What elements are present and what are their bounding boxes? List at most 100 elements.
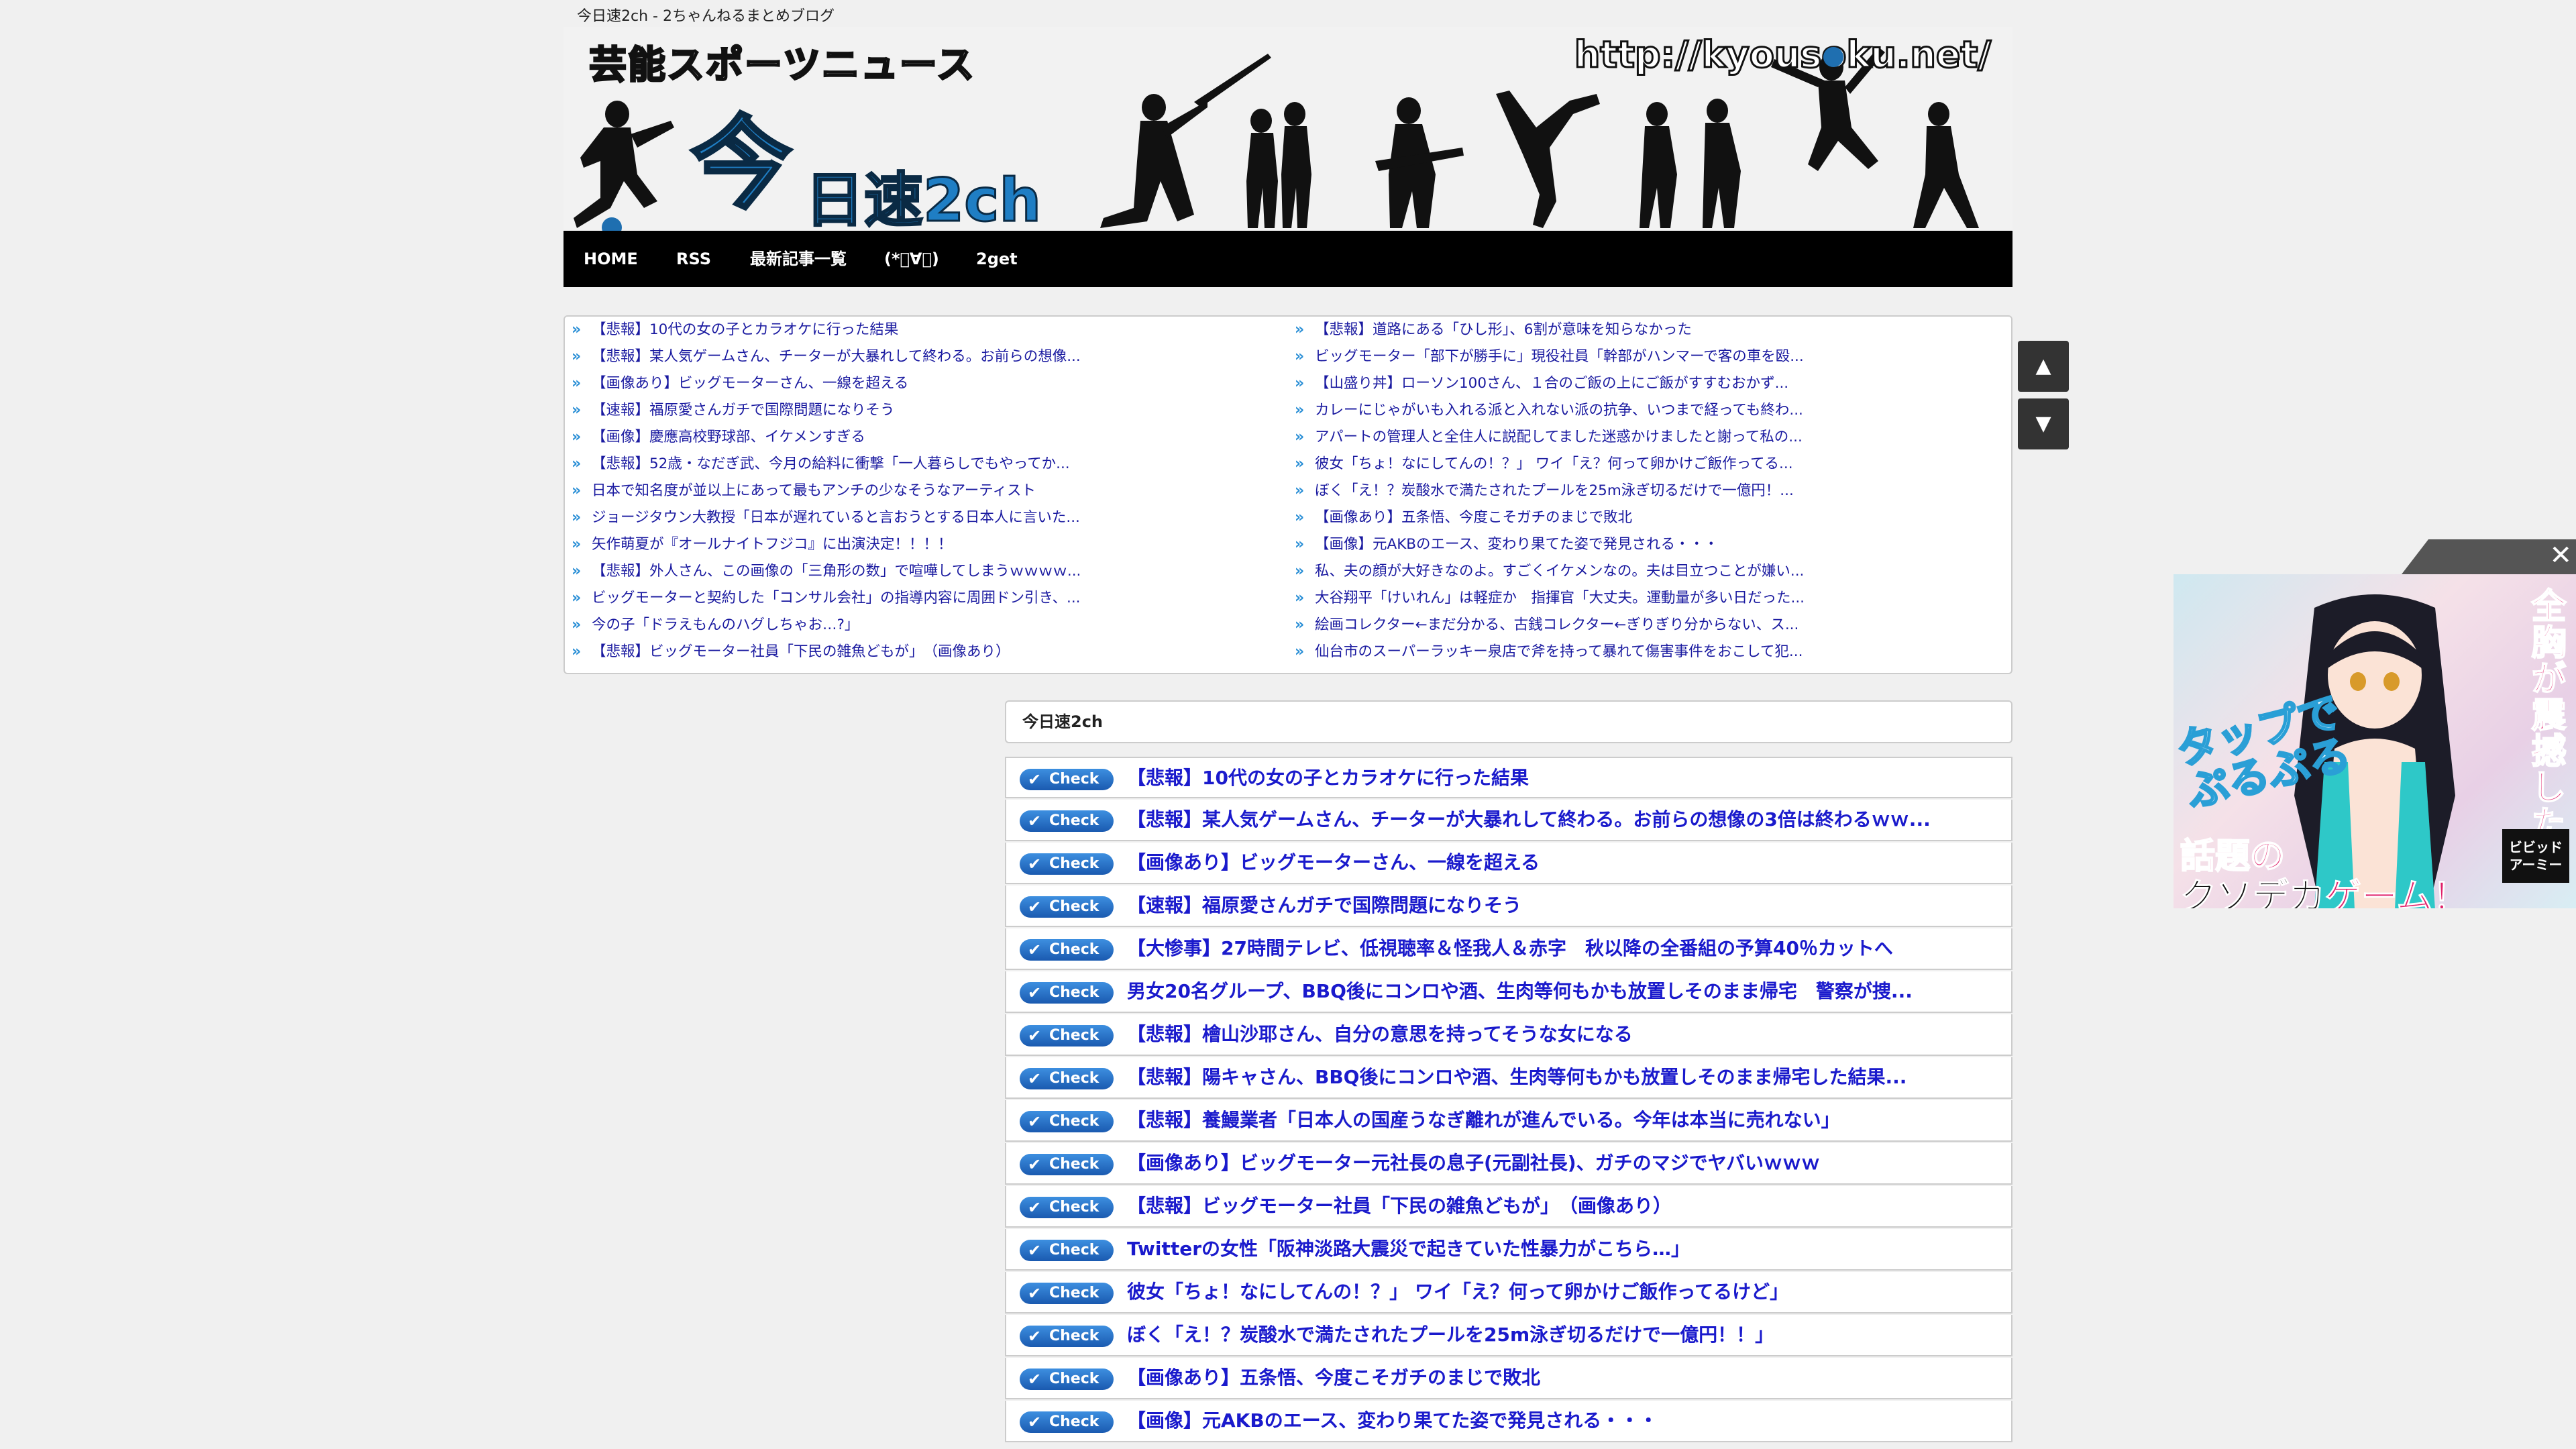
double-chevron-right-icon: » <box>1295 482 1305 499</box>
article-row[interactable]: ✔ Check 彼女「ちょ！なにしてんの！？」 ワイ「え？何って卵かけご飯作ってるけ… <box>1005 1272 2012 1313</box>
antenna-link[interactable]: » ビッグモーターと契約した「コンサル会社」の指導内容に周囲ドン引き、... <box>565 585 1283 612</box>
double-chevron-right-icon: » <box>1295 616 1305 633</box>
article-row[interactable]: ✔ Check 【大惨事】27時間テレビ、低視聴率＆怪我人＆赤字 秋以降の全番組の予… <box>1005 928 2012 970</box>
nav-rss[interactable]: RSS <box>676 231 711 287</box>
scroll-up-button[interactable]: ▲ <box>2018 341 2069 392</box>
antenna-link[interactable]: » ジョージタウン大教授「日本が遅れていると言おうとする日本人に言いた... <box>565 504 1283 531</box>
article-row[interactable]: ✔ Check 【悲報】檜山沙耶さん、自分の意思を持ってそうな女になる <box>1005 1014 2012 1056</box>
section-title: 今日速2ch <box>1005 700 2012 743</box>
article-title[interactable]: ぼく「え！？炭酸水で満たされたプールを25m泳ぎ切るだけで一億円！！」 <box>1127 1315 2006 1355</box>
article-row[interactable]: ✔ Check 【悲報】某人気ゲームさん、チーターが大暴れして終わる。お前らの想像の… <box>1005 800 2012 841</box>
double-chevron-right-icon: » <box>572 455 582 472</box>
article-row[interactable]: ✔ Check 【悲報】陽キャさん、BBQ後にコンロや酒、生肉等何もかも放置しそのま… <box>1005 1057 2012 1099</box>
check-icon: ✔ <box>1028 1327 1042 1346</box>
antenna-link[interactable]: » 私、夫の顔が大好きなのよ。すごくイケメンなの。夫は目立つことが嫌い... <box>1288 558 2006 585</box>
article-title[interactable]: 【悲報】ビッグモーター社員「下民の雑魚どもが」 （画像あり） <box>1127 1186 2006 1226</box>
double-chevron-right-icon: » <box>1295 455 1305 472</box>
ad-image[interactable]: タップで ぷるぷる 全胸が震撼した 話題の クソデカゲーム！ ビビッド アーミー <box>2174 574 2576 908</box>
article-title[interactable]: 【悲報】某人気ゲームさん、チーターが大暴れして終わる。お前らの想像の3倍は終わる… <box>1127 800 2006 840</box>
article-title[interactable]: 【悲報】養鰻業者「日本人の国産うなぎ離れが進んでいる。今年は本当に売れない」 <box>1127 1100 2006 1140</box>
antenna-link[interactable]: » 彼女「ちょ！なにしてんの！？」 ワイ「え？何って卵かけご飯作ってる... <box>1288 451 2006 478</box>
antenna-link[interactable]: » 日本で知名度が並以上にあって最もアンチの少なそうなアーティスト <box>565 478 1283 504</box>
check-icon: ✔ <box>1028 941 1042 959</box>
antenna-link[interactable]: » カレーにじゃがいも入れる派と入れない派の抗争、いつまで経っても終わ... <box>1288 397 2006 424</box>
antenna-link[interactable]: » 【画像あり】五条悟、今度こそガチのまじで敗北 <box>1288 504 2006 531</box>
nav-home[interactable]: HOME <box>584 231 638 287</box>
check-icon: ✔ <box>1028 1198 1042 1217</box>
check-badge: ✔ Check <box>1020 1240 1114 1261</box>
article-row[interactable]: ✔ Check 【画像】元AKBのエース、変わり果てた姿で発見される・・・ <box>1005 1401 2012 1442</box>
antenna-link[interactable]: » 仙台市のスーパーラッキー泉店で斧を持って暴れて傷害事件をおこして犯... <box>1288 639 2006 665</box>
close-icon[interactable]: ✕ <box>2549 542 2572 569</box>
antenna-link[interactable]: » 大谷翔平「けいれん」は軽症か 指揮官「大丈夫。運動量が多い日だった... <box>1288 585 2006 612</box>
antenna-link[interactable]: » 【悲報】道路にある「ひし形」、6割が意味を知らなかった <box>1288 317 2006 343</box>
antenna-link[interactable]: » 【山盛り丼】ローソン100さん、１合のご飯の上にご飯がすすむおかず... <box>1288 370 2006 397</box>
check-badge: ✔ Check <box>1020 982 1114 1004</box>
floating-ad-banner[interactable]: ✕ タップで ぷるぷる 全胸が震撼した 話題の クソデカゲーム！ ビビッド アーミ… <box>2174 539 2576 908</box>
antenna-link[interactable]: » 【悲報】某人気ゲームさん、チーターが大暴れして終わる。お前らの想像... <box>565 343 1283 370</box>
antenna-link[interactable]: » 矢作萌夏が『オールナイトフジコ』に出演決定！！！！ <box>565 531 1283 558</box>
check-badge: ✔ Check <box>1020 939 1114 961</box>
antenna-links-box: » 【悲報】10代の女の子とカラオケに行った結果 » 【悲報】某人気ゲームさん、チー… <box>564 315 2012 674</box>
article-row[interactable]: ✔ Check 【速報】福原愛さんガチで国際問題になりそう <box>1005 885 2012 927</box>
antenna-link[interactable]: » 【悲報】ビッグモーター社員「下民の雑魚どもが」 （画像あり） <box>565 639 1283 665</box>
article-title[interactable]: 【画像あり】ビッグモーター元社長の息子(元副社長)、ガチのマジでヤバいｗｗｗ <box>1127 1143 2006 1183</box>
antenna-link[interactable]: » 【悲報】10代の女の子とカラオケに行った結果 <box>565 317 1283 343</box>
article-title[interactable]: Twitterの女性「阪神淡路大震災で起きていた性暴力がこちら…」 <box>1127 1229 2006 1269</box>
article-title[interactable]: 【画像あり】ビッグモーターさん、一線を超える <box>1127 843 2006 883</box>
check-icon: ✔ <box>1028 1284 1042 1303</box>
antenna-link[interactable]: » 今の子「ドラえもんのハグしちゃお…?」 <box>565 612 1283 639</box>
check-icon: ✔ <box>1028 1155 1042 1174</box>
article-row[interactable]: ✔ Check 【悲報】養鰻業者「日本人の国産うなぎ離れが進んでいる。今年は本当に売… <box>1005 1100 2012 1142</box>
article-row[interactable]: ✔ Check 男女20名グループ、BBQ後にコンロや酒、生肉等何もかも放置しそのま… <box>1005 971 2012 1013</box>
article-title[interactable]: 【悲報】10代の女の子とカラオケに行った結果 <box>1127 758 2006 798</box>
check-icon: ✔ <box>1028 770 1042 789</box>
site-tagline: 今日速2ch - 2ちゃんねるまとめブログ <box>577 8 835 25</box>
check-badge: ✔ Check <box>1020 1368 1114 1390</box>
banner-dot-right <box>1823 47 1843 67</box>
site-banner[interactable]: 芸能スポーツニュース http://kyousoku.net/ 今 日速2ch <box>564 27 2012 231</box>
article-title[interactable]: 【大惨事】27時間テレビ、低視聴率＆怪我人＆赤字 秋以降の全番組の予算40％カッ… <box>1127 928 2006 969</box>
article-row[interactable]: ✔ Check 【画像あり】ビッグモーター元社長の息子(元副社長)、ガチのマジでヤバ… <box>1005 1143 2012 1185</box>
double-chevron-right-icon: » <box>1295 590 1305 606</box>
antenna-link[interactable]: » 【悲報】52歳・なだぎ武、今月の給料に衝撃「一人暮らしでもやってか... <box>565 451 1283 478</box>
antenna-link[interactable]: » 【画像】慶應高校野球部、イケメンすぎる <box>565 424 1283 451</box>
double-chevron-right-icon: » <box>572 402 582 419</box>
check-badge: ✔ Check <box>1020 1326 1114 1347</box>
article-row[interactable]: ✔ Check 【悲報】ビッグモーター社員「下民の雑魚どもが」 （画像あり） <box>1005 1186 2012 1228</box>
check-badge: ✔ Check <box>1020 896 1114 918</box>
antenna-link[interactable]: » 【速報】福原愛さんガチで国際問題になりそう <box>565 397 1283 424</box>
antenna-link[interactable]: » 【画像】元AKBのエース、変わり果てた姿で発見される・・・ <box>1288 531 2006 558</box>
nav-latest-articles[interactable]: 最新記事一覧 <box>750 231 847 287</box>
check-badge: ✔ Check <box>1020 853 1114 875</box>
article-title[interactable]: 【画像あり】五条悟、今度こそガチのまじで敗北 <box>1127 1358 2006 1398</box>
double-chevron-right-icon: » <box>572 509 582 526</box>
article-row[interactable]: ✔ Check 【画像あり】ビッグモーターさん、一線を超える <box>1005 843 2012 884</box>
article-title[interactable]: 【速報】福原愛さんガチで国際問題になりそう <box>1127 885 2006 926</box>
check-icon: ✔ <box>1028 1413 1042 1432</box>
antenna-link[interactable]: » ぼく「え！？炭酸水で満たされたプールを25m泳ぎ切るだけで一億円！... <box>1288 478 2006 504</box>
article-row[interactable]: ✔ Check 【画像あり】五条悟、今度こそガチのまじで敗北 <box>1005 1358 2012 1399</box>
check-icon: ✔ <box>1028 983 1042 1002</box>
antenna-link[interactable]: » 【悲報】外人さん、この画像の「三角形の数」で喧嘩してしまうｗｗｗｗ... <box>565 558 1283 585</box>
article-title[interactable]: 【画像】元AKBのエース、変わり果てた姿で発見される・・・ <box>1127 1401 2006 1441</box>
check-icon: ✔ <box>1028 1112 1042 1131</box>
nav-kaomoji[interactable]: (*ﾟ∀ﾟ) <box>884 231 939 287</box>
check-badge: ✔ Check <box>1020 1111 1114 1132</box>
scroll-down-button[interactable]: ▼ <box>2018 398 2069 449</box>
article-row[interactable]: ✔ Check Twitterの女性「阪神淡路大震災で起きていた性暴力がこちら…」 <box>1005 1229 2012 1271</box>
antenna-link[interactable]: » ビッグモーター「部下が勝手に」現役社員「幹部がハンマーで客の車を殴... <box>1288 343 2006 370</box>
article-row[interactable]: ✔ Check ぼく「え！？炭酸水で満たされたプールを25m泳ぎ切るだけで一億円！！… <box>1005 1315 2012 1356</box>
check-badge: ✔ Check <box>1020 1411 1114 1433</box>
article-row[interactable]: ✔ Check 【悲報】10代の女の子とカラオケに行った結果 <box>1005 757 2012 798</box>
antenna-link[interactable]: » 【画像あり】ビッグモーターさん、一線を超える <box>565 370 1283 397</box>
antenna-link[interactable]: » アパートの管理人と全住人に説配してました迷惑かけましたと謝って私の... <box>1288 424 2006 451</box>
nav-2get[interactable]: 2get <box>976 231 1018 287</box>
article-title[interactable]: 男女20名グループ、BBQ後にコンロや酒、生肉等何もかも放置しそのまま帰宅 警察… <box>1127 971 2006 1012</box>
antenna-link[interactable]: » 絵画コレクター←まだ分かる、古銭コレクター←ぎりぎり分からない、ス... <box>1288 612 2006 639</box>
article-title[interactable]: 【悲報】檜山沙耶さん、自分の意思を持ってそうな女になる <box>1127 1014 2006 1055</box>
ad-text-vertical: 全胸が震撼した <box>2524 587 2566 842</box>
article-title[interactable]: 彼女「ちょ！なにしてんの！？」 ワイ「え？何って卵かけご飯作ってるけど」 <box>1127 1272 2006 1312</box>
article-title[interactable]: 【悲報】陽キャさん、BBQ後にコンロや酒、生肉等何もかも放置しそのまま帰宅した結… <box>1127 1057 2006 1097</box>
check-icon: ✔ <box>1028 1241 1042 1260</box>
